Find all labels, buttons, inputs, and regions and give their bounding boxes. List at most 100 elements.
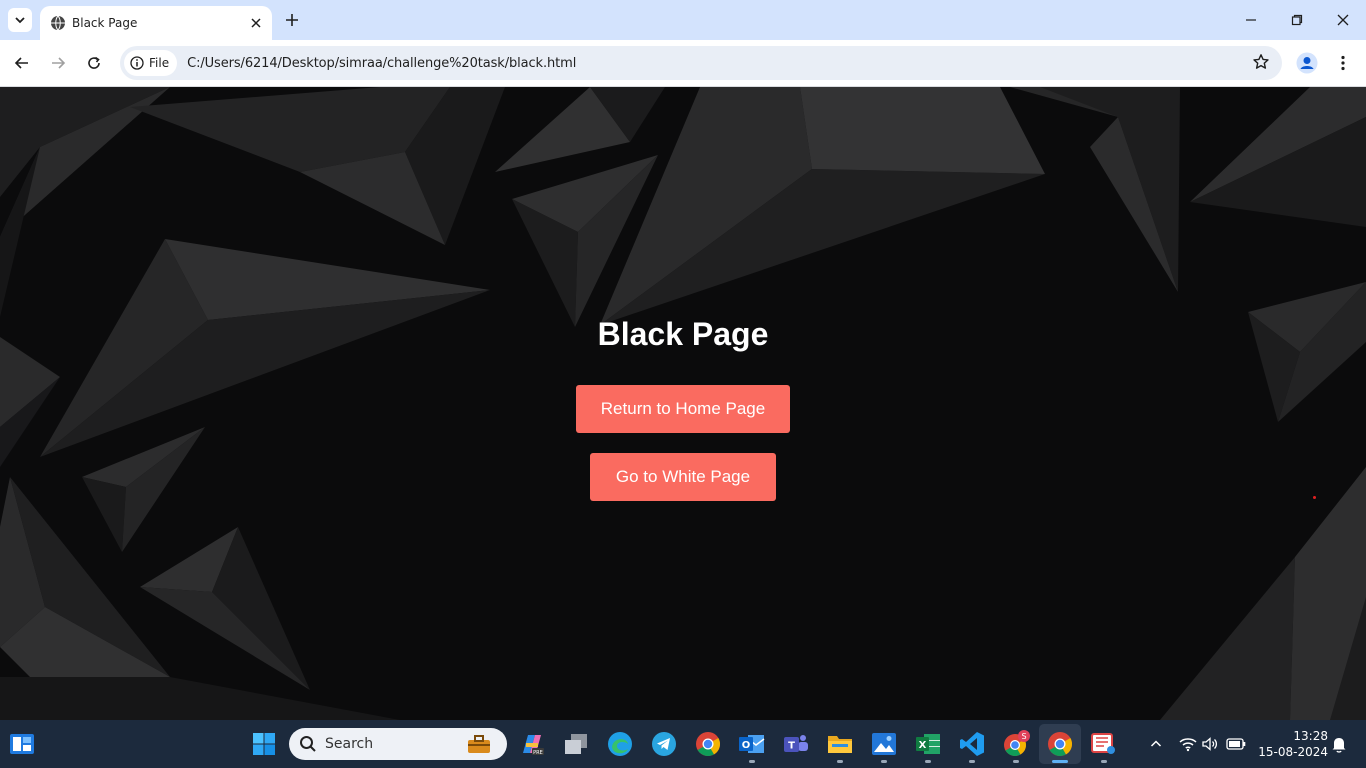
taskbar-teams[interactable]: T — [782, 730, 810, 758]
copilot-icon: PRE — [523, 735, 544, 756]
widgets-button[interactable] — [8, 730, 36, 758]
arrow-left-icon — [14, 57, 28, 69]
taskbar-outlook[interactable]: O — [738, 730, 766, 758]
windows-logo-icon — [253, 733, 275, 755]
running-indicator — [969, 760, 975, 763]
taskbar-task-view[interactable] — [562, 730, 590, 758]
tab-search-button[interactable] — [8, 8, 32, 32]
clock[interactable]: 13:28 15-08-2024 — [1254, 728, 1328, 760]
show-hidden-icons-button[interactable] — [1146, 734, 1166, 754]
vscode-icon — [960, 732, 984, 756]
excel-icon: X — [916, 734, 940, 754]
plus-icon — [286, 14, 298, 26]
globe-icon — [51, 15, 65, 31]
taskbar-chrome-active[interactable] — [1046, 730, 1074, 758]
browser-tab[interactable]: Black Page — [40, 6, 272, 40]
new-tab-button[interactable] — [282, 10, 302, 30]
taskbar-chrome-profile[interactable]: S — [1002, 730, 1030, 758]
go-white-page-button[interactable]: Go to White Page — [590, 453, 776, 501]
battery-icon — [1226, 738, 1246, 750]
chip-label: File — [149, 56, 170, 70]
chevron-down-icon — [15, 17, 25, 24]
taskbar-vscode[interactable] — [958, 730, 986, 758]
minimize-button[interactable] — [1235, 6, 1267, 34]
info-icon — [130, 56, 144, 70]
clock-date: 15-08-2024 — [1258, 745, 1328, 759]
chevron-up-icon — [1150, 740, 1162, 747]
browser-toolbar: File C:/Users/6214/Desktop/simraa/challe… — [0, 40, 1366, 87]
chrome-profile-icon: S — [1004, 730, 1030, 756]
taskbar-photos[interactable] — [870, 730, 898, 758]
running-indicator — [1013, 760, 1019, 763]
outlook-icon: O — [739, 735, 765, 753]
widgets-icon — [10, 734, 34, 754]
menu-button[interactable] — [1330, 50, 1356, 76]
running-indicator-active — [1052, 760, 1068, 763]
taskbar-telegram[interactable] — [650, 730, 678, 758]
red-dot — [1313, 496, 1316, 499]
tab-title: Black Page — [72, 16, 138, 30]
clock-time: 13:28 — [1293, 729, 1328, 743]
photos-icon — [872, 733, 896, 755]
task-view-icon — [565, 734, 587, 754]
page-content: Black Page Return to Home Page Go to Whi… — [0, 87, 1366, 720]
notifications-button[interactable] — [1329, 734, 1349, 754]
profile-badge: S — [1021, 732, 1026, 741]
restore-icon — [1291, 14, 1303, 26]
tab-close-button[interactable] — [246, 13, 266, 33]
close-icon — [251, 18, 261, 28]
search-label: Search — [325, 736, 374, 752]
wifi-icon — [1179, 738, 1197, 752]
running-indicator — [749, 760, 755, 763]
minimize-icon — [1246, 19, 1256, 21]
snipping-tool-icon — [1091, 733, 1115, 754]
start-button[interactable] — [250, 730, 278, 758]
forward-button[interactable] — [45, 50, 71, 76]
back-button[interactable] — [9, 50, 35, 76]
running-indicator — [1101, 760, 1107, 763]
telegram-icon — [652, 732, 676, 756]
running-indicator — [881, 760, 887, 763]
page-viewport: Black Page Return to Home Page Go to Whi… — [0, 87, 1366, 720]
chrome-icon — [696, 732, 721, 757]
speaker-icon — [1202, 737, 1218, 751]
battery-button[interactable] — [1226, 734, 1246, 754]
window-close-button[interactable] — [1327, 6, 1359, 34]
star-icon — [1253, 54, 1269, 69]
bookmark-button[interactable] — [1252, 53, 1270, 76]
taskbar-excel[interactable]: X — [914, 730, 942, 758]
taskbar-copilot[interactable]: PRE — [518, 730, 546, 758]
bell-icon — [1332, 738, 1346, 753]
reload-button[interactable] — [81, 50, 107, 76]
folder-icon — [828, 736, 852, 753]
taskbar-file-explorer[interactable] — [826, 730, 854, 758]
svg-text:T: T — [788, 741, 795, 752]
volume-button[interactable] — [1200, 734, 1220, 754]
url-text[interactable]: C:/Users/6214/Desktop/simraa/challenge%2… — [187, 56, 576, 71]
taskbar-chrome-1[interactable] — [694, 730, 722, 758]
wifi-button[interactable] — [1178, 734, 1198, 754]
svg-text:PRE: PRE — [533, 750, 543, 756]
page-title: Black Page — [597, 316, 769, 352]
site-info-chip[interactable]: File — [124, 50, 178, 76]
svg-text:O: O — [742, 740, 751, 751]
taskbar: Search PRE O T X S 13:28 15-08-2024 — [0, 720, 1366, 768]
edge-icon — [608, 732, 632, 756]
taskbar-search[interactable]: Search — [289, 728, 507, 760]
search-icon — [300, 736, 316, 752]
address-bar[interactable]: File C:/Users/6214/Desktop/simraa/challe… — [120, 46, 1282, 80]
return-home-button[interactable]: Return to Home Page — [576, 385, 790, 433]
profile-button[interactable] — [1294, 50, 1320, 76]
running-indicator — [837, 760, 843, 763]
running-indicator — [925, 760, 931, 763]
toolbox-icon — [468, 735, 490, 753]
avatar-icon — [1296, 52, 1318, 74]
close-icon — [1337, 14, 1349, 26]
chrome-icon — [1048, 732, 1073, 757]
tab-strip: Black Page — [0, 0, 1366, 40]
more-vertical-icon — [1341, 55, 1345, 71]
restore-button[interactable] — [1281, 6, 1313, 34]
taskbar-snipping-tool[interactable] — [1090, 730, 1118, 758]
taskbar-edge[interactable] — [606, 730, 634, 758]
arrow-right-icon — [52, 57, 66, 69]
